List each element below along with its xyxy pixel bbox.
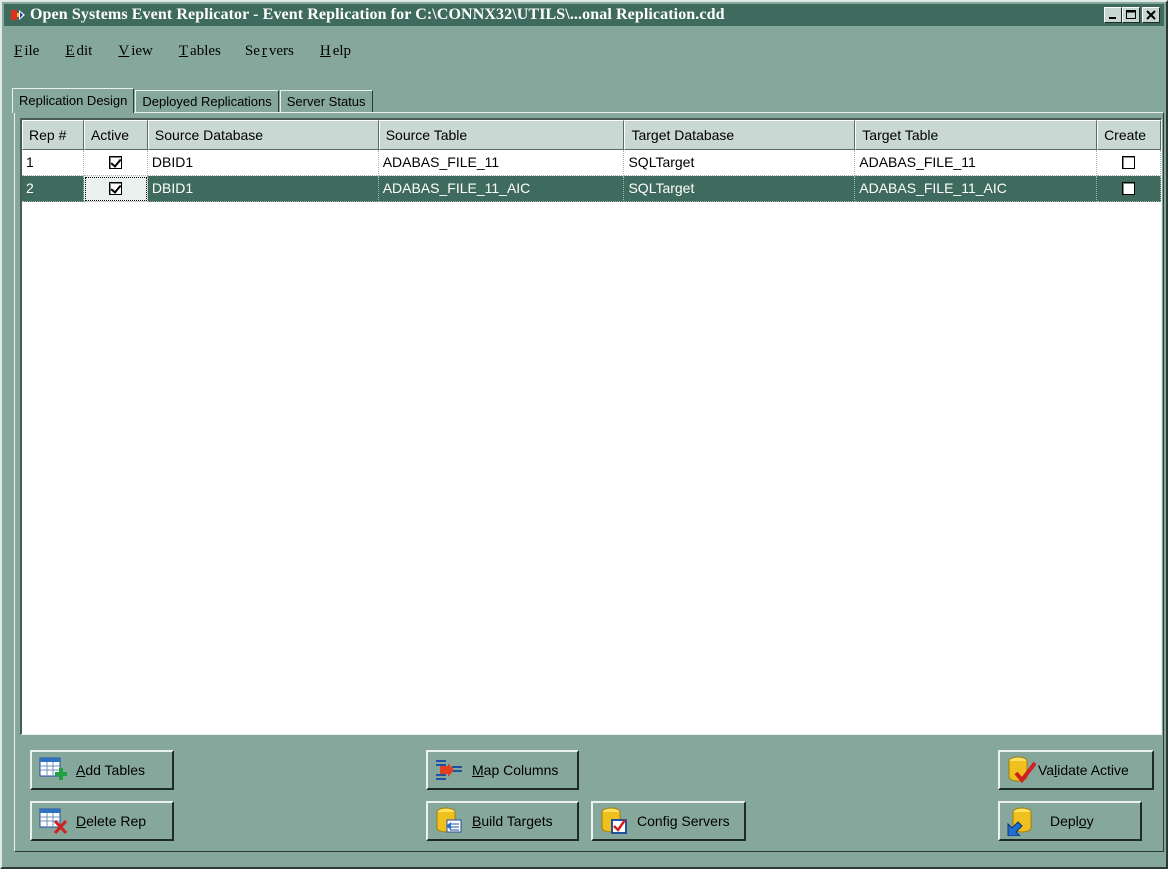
column-header-target-database[interactable]: Target Database xyxy=(624,120,856,150)
app-window: Open Systems Event Replicator - Event Re… xyxy=(0,0,1168,869)
column-header-source-table[interactable]: Source Table xyxy=(378,120,625,150)
cell-active[interactable] xyxy=(83,150,148,176)
active-checkbox[interactable] xyxy=(108,155,122,169)
maximize-button[interactable] xyxy=(1122,7,1140,23)
window-title: Open Systems Event Replicator - Event Re… xyxy=(30,6,725,23)
database-build-icon xyxy=(434,806,464,836)
cell-create[interactable] xyxy=(1097,150,1161,176)
minimize-button[interactable] xyxy=(1104,7,1122,23)
menu-edit[interactable]: Edit xyxy=(59,43,96,65)
build-targets-label: Build Targets xyxy=(472,813,553,829)
menu-file[interactable]: File xyxy=(8,43,43,65)
window-controls xyxy=(1104,7,1160,23)
create-checkbox[interactable] xyxy=(1122,155,1136,169)
cell-source-database[interactable]: DBID1 xyxy=(147,150,379,176)
validate-active-button[interactable]: Validate Active xyxy=(998,750,1154,790)
cell-active[interactable] xyxy=(83,176,148,202)
cell-target-database[interactable]: SQLTarget xyxy=(624,176,856,202)
add-tables-button[interactable]: Add Tables xyxy=(30,750,174,790)
menu-servers[interactable]: Se r vers xyxy=(241,43,298,65)
build-targets-button[interactable]: Build Targets xyxy=(426,801,579,841)
grid-header: Rep # Active Source Database Source Tabl… xyxy=(22,120,1161,150)
config-servers-button[interactable]: Config Servers xyxy=(591,801,746,841)
tab-strip: Replication Design Deployed Replications… xyxy=(12,88,374,113)
cell-rep[interactable]: 1 xyxy=(22,150,84,176)
tab-replication-design[interactable]: Replication Design xyxy=(12,88,135,113)
menu-view[interactable]: View xyxy=(112,43,157,65)
cell-source-database[interactable]: DBID1 xyxy=(147,176,379,202)
database-config-icon xyxy=(599,806,629,836)
cell-rep[interactable]: 2 xyxy=(22,176,84,202)
add-table-icon xyxy=(38,755,68,785)
menu-bar: File Edit View Tables Se r vers Help xyxy=(8,43,355,65)
cell-source-table[interactable]: ADABAS_FILE_11 xyxy=(378,150,625,176)
cell-target-database[interactable]: SQLTarget xyxy=(624,150,856,176)
column-header-active[interactable]: Active xyxy=(83,120,148,150)
active-checkbox[interactable] xyxy=(108,181,122,195)
database-deploy-icon xyxy=(1006,806,1036,837)
map-columns-label: Map Columns xyxy=(472,762,559,778)
deploy-label: Deploy xyxy=(1050,813,1094,829)
column-header-target-table[interactable]: Target Table xyxy=(855,120,1098,150)
delete-rep-label: Delete Rep xyxy=(76,813,147,829)
delete-rep-button[interactable]: Delete Rep xyxy=(30,801,174,841)
table-row[interactable]: 2 DBID1 ADABAS_FILE_11_AIC SQLTarget ADABAS_… xyxy=(22,176,1161,202)
close-button[interactable] xyxy=(1142,7,1160,23)
delete-table-icon xyxy=(38,806,68,836)
app-icon[interactable] xyxy=(10,7,26,23)
column-header-source-database[interactable]: Source Database xyxy=(147,120,379,150)
tab-server-status[interactable]: Server Status xyxy=(279,90,373,112)
column-header-create[interactable]: Create xyxy=(1097,120,1161,150)
map-columns-icon xyxy=(434,755,464,785)
cell-create[interactable] xyxy=(1097,176,1161,202)
database-validate-icon xyxy=(1006,755,1037,785)
replication-grid[interactable]: Rep # Active Source Database Source Tabl… xyxy=(20,118,1162,735)
table-row[interactable]: 1 DBID1 ADABAS_FILE_11 SQLTarget ADABAS_FILE… xyxy=(22,150,1161,176)
menu-help[interactable]: Help xyxy=(314,43,355,65)
cell-target-table[interactable]: ADABAS_FILE_11 xyxy=(855,150,1098,176)
create-checkbox[interactable] xyxy=(1122,181,1136,195)
grid-body: 1 DBID1 ADABAS_FILE_11 SQLTarget ADABAS_FILE… xyxy=(22,150,1161,202)
validate-active-label: Validate Active xyxy=(1038,762,1129,778)
map-columns-button[interactable]: Map Columns xyxy=(426,750,579,790)
tab-deployed-replications[interactable]: Deployed Replications xyxy=(135,90,279,112)
menu-tables[interactable]: Tables xyxy=(173,43,225,65)
add-tables-label: Add Tables xyxy=(76,762,146,778)
column-header-rep[interactable]: Rep # xyxy=(22,120,84,150)
cell-target-table[interactable]: ADABAS_FILE_11_AIC xyxy=(855,176,1098,202)
deploy-button[interactable]: Deploy xyxy=(998,801,1142,841)
config-servers-label: Config Servers xyxy=(637,813,730,829)
title-bar[interactable]: Open Systems Event Replicator - Event Re… xyxy=(4,4,1164,26)
cell-source-table[interactable]: ADABAS_FILE_11_AIC xyxy=(378,176,625,202)
